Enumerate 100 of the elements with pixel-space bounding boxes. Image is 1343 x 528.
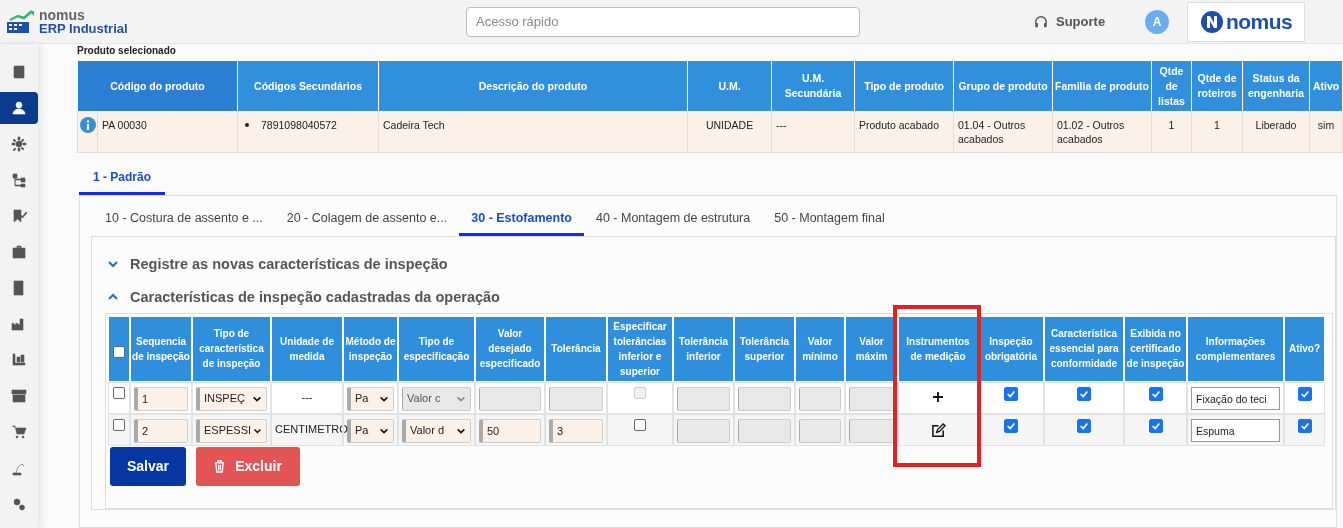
table-cell-text: CENTIMETRO (275, 421, 348, 435)
column-header: Ativo (1309, 60, 1343, 112)
check-icon (1150, 388, 1161, 399)
info-icon[interactable] (80, 117, 96, 133)
row-checkbox[interactable] (113, 386, 125, 399)
column-header: Familia de produto (1052, 60, 1152, 112)
column-header: Ativo? (1288, 343, 1321, 355)
column-header: Qtde de roteiros (1191, 60, 1243, 112)
column-header: Sequencia de inspeção (132, 335, 190, 362)
operation-tab[interactable]: 10 - Costura de assento e ... (93, 208, 275, 236)
input-field[interactable]: Espuma (1191, 418, 1280, 442)
operation-tab[interactable]: 20 - Colagem de assento e... (274, 208, 460, 236)
select-field[interactable]: ESPESSI (196, 418, 267, 443)
plus-icon (932, 390, 944, 403)
check-icon (1079, 420, 1089, 431)
column-header: Valor mínimo (802, 335, 838, 362)
headset-icon (1034, 14, 1048, 29)
table-cell: PA 00030 (97, 111, 238, 153)
section-toggle[interactable]: Características de inspeção cadastradas da operação (92, 280, 500, 313)
operation-tab[interactable]: 30 - Estofamento (459, 208, 584, 236)
column-header: Códigos Secundários (237, 60, 379, 112)
column-header: U.M. Secundária (771, 60, 855, 112)
checkbox[interactable] (1004, 386, 1018, 401)
select-field[interactable]: Valor d (402, 418, 471, 443)
checkbox[interactable] (1148, 386, 1163, 401)
sidebar-item[interactable] (0, 92, 38, 124)
column-header: Grupo de produto (953, 60, 1053, 112)
logo-icon (6, 9, 36, 34)
column-header: Tolerância (551, 343, 601, 355)
operation-tab[interactable]: 40 - Montagem de estrutura (583, 208, 763, 236)
checkbox[interactable] (1077, 386, 1091, 401)
column-header: Instrumentos de medição (906, 335, 970, 362)
column-header: Especificar tolerâncias inferior e superior (613, 320, 667, 377)
trash-icon (214, 459, 226, 473)
archive-icon (11, 388, 27, 404)
column-header: Valor desejado especificado (479, 328, 541, 370)
column-header: Valor máxim (855, 335, 888, 362)
checkbox[interactable] (1004, 418, 1018, 433)
column-header: Método de inspeção (345, 335, 396, 362)
input-field[interactable]: 50 (479, 418, 541, 443)
table-cell: 1 (1191, 111, 1243, 153)
checkbox[interactable] (1077, 418, 1091, 433)
column-header: Qtde de listas (1151, 60, 1192, 112)
checkbox[interactable] (634, 418, 646, 431)
support-button[interactable]: Suporte (1034, 14, 1106, 29)
cart-icon (11, 424, 27, 440)
column-header: Tipo de especificação (403, 335, 470, 362)
table-cell: 01.02 - Outros acabados (1052, 111, 1152, 153)
column-header: Informações complementares (1195, 335, 1276, 362)
column-header: Característica essencial para conformidade (1049, 328, 1119, 370)
column-header: Exibida no certificado de inspeção (1126, 328, 1185, 370)
column-header: Tipo de característica de inspeção (199, 328, 264, 370)
table-cell: 7891098040572 (237, 111, 379, 153)
logo-name: nomus (39, 8, 86, 22)
bookmark-check-icon (11, 208, 27, 224)
input-field[interactable]: 1 (134, 386, 188, 411)
operation-tab[interactable]: 50 - Montagem final (762, 208, 897, 236)
check-icon (1006, 388, 1016, 399)
hierarchy-icon (11, 172, 27, 188)
factory-icon (11, 316, 27, 332)
checkbox[interactable] (1297, 386, 1312, 401)
input-field[interactable]: Fixação do teci (1191, 386, 1280, 410)
save-button[interactable]: Salvar (110, 446, 186, 486)
section-label: Produto selecionado (77, 45, 177, 56)
table-cell: 1 (1151, 111, 1192, 153)
table-cell: Produto acabado (854, 111, 954, 153)
table-cell-text: --- (301, 389, 313, 403)
select-field[interactable]: Pa (347, 386, 394, 411)
table-cell: 01.04 - Outros acabados (953, 111, 1053, 153)
select-all-checkbox[interactable] (113, 345, 125, 358)
table-cell: Cadeira Tech (378, 111, 688, 153)
column-header: Tipo de produto (854, 60, 954, 112)
checkbox[interactable] (1297, 418, 1312, 433)
row-checkbox[interactable] (113, 418, 125, 431)
column-header: Tolerância inferior (678, 335, 729, 362)
delete-button[interactable]: Excluir (196, 446, 300, 486)
column-header: Código do produto (77, 60, 238, 112)
search-field[interactable]: Acesso rápido (466, 6, 860, 37)
column-header: Tolerância superior (739, 335, 790, 362)
briefcase-icon (11, 244, 27, 260)
column-header: U.M. (687, 60, 772, 112)
check-icon (1299, 420, 1310, 431)
check-icon (1006, 420, 1016, 431)
table-cell: --- (771, 111, 855, 153)
check-icon (1150, 420, 1161, 431)
person-icon (11, 100, 27, 116)
brand-logo: nomus (1187, 1, 1306, 42)
check-icon (1299, 388, 1310, 399)
column-header: Unidade de medida (280, 335, 334, 362)
checkbox[interactable] (1148, 418, 1163, 433)
section-toggle[interactable]: Registre as novas características de inspeção (92, 248, 448, 281)
input-field[interactable]: 3 (549, 418, 603, 443)
logo-subtitle: ERP Industrial (39, 21, 128, 35)
select-field[interactable]: INSPEÇ (196, 386, 267, 411)
select-field[interactable]: Pa (347, 418, 394, 443)
column-header: Descrição do produto (378, 60, 688, 112)
table-cell: UNIDADE (687, 111, 772, 153)
input-field[interactable]: 2 (134, 418, 188, 443)
check-icon (1079, 388, 1089, 399)
edit-icon (930, 422, 946, 438)
